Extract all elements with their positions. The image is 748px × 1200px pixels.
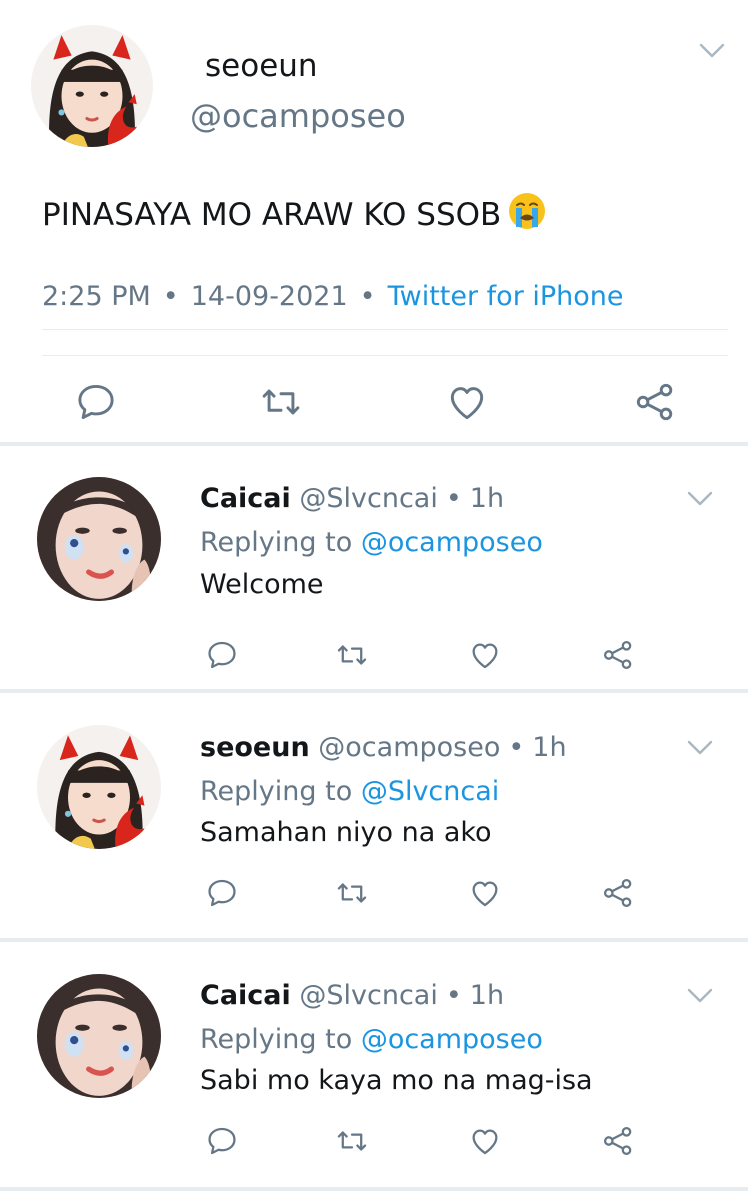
author-name[interactable]: seoeun [205,48,318,84]
chevron-down-icon[interactable] [686,490,714,508]
like-icon[interactable] [468,638,502,672]
tweet-text-content: PINASAYA MO ARAW KO SSOB [42,197,502,233]
replying-to: Replying to @ocamposeo [200,1024,543,1055]
author-name[interactable]: Caicai [200,980,291,1011]
replying-to-label: Replying to [200,1024,353,1055]
reply-header: Caicai @Slvcncai • 1h [200,980,504,1011]
retweet-icon[interactable] [335,876,369,910]
reply-icon[interactable] [205,1124,239,1158]
avatar[interactable] [31,25,153,147]
tweet-time: 2:25 PM [42,281,151,312]
reply-time: 1h [469,483,505,514]
replying-to: Replying to @Slvcncai [200,776,499,807]
reply-tweet[interactable]: Caicai @Slvcncai • 1h Replying to @ocampos… [0,942,748,1186]
chevron-down-icon[interactable] [686,987,714,1005]
share-icon[interactable] [601,876,635,910]
separator-dot: • [508,732,525,763]
reply-icon[interactable] [74,380,118,424]
share-icon[interactable] [601,1124,635,1158]
reply-time: 1h [469,980,505,1011]
share-icon[interactable] [601,638,635,672]
tweet-meta: 2:25 PM • 14-09-2021 • Twitter for iPhone [42,281,624,312]
reply-tweet[interactable]: seoeun @ocamposeo • 1h Replying to @Slvcnc… [0,693,748,937]
retweet-icon[interactable] [259,380,303,424]
loudly-crying-face-icon [507,191,547,231]
separator-dot: • [162,281,179,312]
chevron-down-icon[interactable] [686,739,714,757]
author-handle[interactable]: @ocamposeo [318,732,500,763]
like-icon[interactable] [445,380,489,424]
author-name[interactable]: seoeun [200,732,310,763]
tweet-text: PINASAYA MO ARAW KO SSOB [42,191,547,233]
author-handle[interactable]: @Slvcncai [299,483,437,514]
separator-dot: • [445,483,462,514]
reply-text: Samahan niyo na ako [200,817,492,848]
divider [42,355,728,356]
chevron-down-icon[interactable] [698,42,726,60]
separator-dot: • [359,281,376,312]
like-icon[interactable] [468,876,502,910]
avatar[interactable] [37,477,161,601]
main-tweet: seoeun @ocamposeo PINASAYA MO ARAW KO SS… [0,0,748,442]
mention-link[interactable]: @ocamposeo [361,527,543,558]
separator-dot: • [445,980,462,1011]
tweet-source-link[interactable]: Twitter for iPhone [388,281,624,312]
author-handle[interactable]: @ocamposeo [190,97,406,135]
replying-to-label: Replying to [200,527,353,558]
avatar[interactable] [37,974,161,1098]
divider [42,329,728,330]
tweet-date: 14-09-2021 [190,281,348,312]
reply-text: Welcome [200,569,324,600]
replying-to-label: Replying to [200,776,353,807]
mention-link[interactable]: @Slvcncai [361,776,499,807]
reply-text: Sabi mo kaya mo na mag-isa [200,1065,593,1096]
reply-icon[interactable] [205,876,239,910]
reply-tweet[interactable]: Caicai @Slvcncai • 1h Replying to @ocampos… [0,446,748,690]
share-icon[interactable] [633,380,677,424]
mention-link[interactable]: @ocamposeo [361,1024,543,1055]
section-divider [0,1187,748,1191]
reply-header: seoeun @ocamposeo • 1h [200,732,567,763]
retweet-icon[interactable] [335,638,369,672]
author-name[interactable]: Caicai [200,483,291,514]
reply-time: 1h [532,732,567,763]
retweet-icon[interactable] [335,1124,369,1158]
author-handle[interactable]: @Slvcncai [299,980,437,1011]
replying-to: Replying to @ocamposeo [200,527,543,558]
reply-header: Caicai @Slvcncai • 1h [200,483,504,514]
reply-icon[interactable] [205,638,239,672]
like-icon[interactable] [468,1124,502,1158]
avatar[interactable] [37,725,161,849]
